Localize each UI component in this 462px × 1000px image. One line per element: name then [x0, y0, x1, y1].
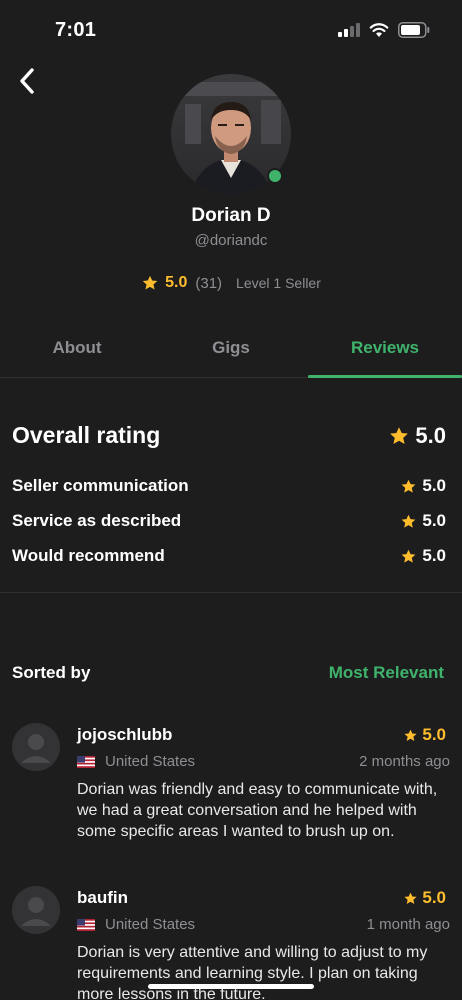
- star-icon: [401, 549, 416, 563]
- overall-rating-value: 5.0: [415, 423, 446, 448]
- reviewer-country: United States: [77, 753, 195, 770]
- review-text: Dorian is very attentive and willing to …: [77, 944, 428, 1000]
- rating-would-recommend: Would recommend 5.0: [12, 546, 446, 570]
- profile-name: Dorian D: [191, 205, 271, 226]
- review-timestamp: 2 months ago: [359, 753, 450, 770]
- tab-reviews[interactable]: Reviews: [308, 322, 462, 378]
- star-icon: [404, 892, 417, 904]
- sort-option-button[interactable]: Most Relevant: [329, 663, 444, 683]
- star-icon: [142, 275, 158, 290]
- reviewer-username[interactable]: jojoschlubb: [77, 725, 172, 745]
- rating-score: 5.0: [400, 546, 446, 566]
- review-rating: 5.0: [403, 888, 446, 908]
- review-timestamp: 1 month ago: [366, 916, 450, 933]
- sorted-by-label: Sorted by: [12, 663, 91, 682]
- review-rating-value: 5.0: [422, 888, 446, 907]
- profile-rating-row: 5.0 (31) Level 1 Seller: [0, 274, 462, 292]
- profile-review-count: (31): [195, 274, 223, 292]
- home-indicator[interactable]: [148, 984, 314, 989]
- rating-score: 5.0: [400, 476, 446, 496]
- cellular-signal-icon: [338, 23, 362, 37]
- us-flag-icon: [77, 755, 95, 768]
- overall-rating: Overall rating 5.0: [12, 422, 446, 454]
- battery-icon: [398, 22, 430, 38]
- star-icon: [390, 427, 409, 444]
- star-icon: [401, 514, 416, 528]
- back-chevron-icon[interactable]: [14, 66, 42, 96]
- reviewer-country-name: United States: [105, 916, 196, 933]
- star-icon: [401, 479, 416, 493]
- review-text: Dorian was friendly and easy to communic…: [77, 781, 438, 840]
- rating-score: 5.0: [400, 511, 446, 531]
- review-rating: 5.0: [403, 725, 446, 745]
- profile-rating-value: 5.0: [165, 274, 188, 291]
- reviewer-username[interactable]: baufin: [77, 888, 128, 908]
- profile-tabs: About Gigs Reviews: [0, 322, 462, 378]
- rating-value: 5.0: [422, 476, 446, 495]
- review-rating-value: 5.0: [422, 725, 446, 744]
- rating-value: 5.0: [422, 546, 446, 565]
- reviewer-country: United States: [77, 916, 195, 933]
- reviewer-avatar[interactable]: [12, 886, 60, 934]
- active-tab-indicator: [308, 375, 462, 378]
- reviewer-avatar[interactable]: [12, 723, 60, 771]
- status-bar: 7:01: [0, 0, 462, 60]
- rating-label: Seller communication: [12, 476, 189, 495]
- profile-handle: @doriandc: [194, 232, 268, 249]
- online-status-indicator: [267, 168, 283, 184]
- review-item: jojoschlubb 5.0 United States 2 months a…: [12, 723, 452, 853]
- section-divider: [0, 592, 462, 593]
- profile-avatar[interactable]: [171, 74, 291, 194]
- us-flag-icon: [77, 918, 95, 931]
- reviewer-country-name: United States: [105, 753, 196, 770]
- rating-seller-communication: Seller communication 5.0: [12, 476, 446, 500]
- rating-value: 5.0: [422, 511, 446, 530]
- tab-about[interactable]: About: [0, 322, 154, 378]
- seller-level: Level 1 Seller: [236, 275, 321, 291]
- wifi-icon: [369, 23, 389, 37]
- tab-gigs[interactable]: Gigs: [154, 322, 308, 378]
- overall-rating-score: 5.0: [388, 423, 446, 449]
- star-icon: [404, 729, 417, 741]
- rating-label: Service as described: [12, 511, 182, 530]
- rating-service-as-described: Service as described 5.0: [12, 511, 446, 535]
- status-time: 7:01: [55, 19, 97, 41]
- review-item: baufin 5.0 United States 1 month ago Dor…: [12, 886, 452, 1000]
- overall-rating-label: Overall rating: [12, 422, 161, 448]
- rating-label: Would recommend: [12, 546, 165, 565]
